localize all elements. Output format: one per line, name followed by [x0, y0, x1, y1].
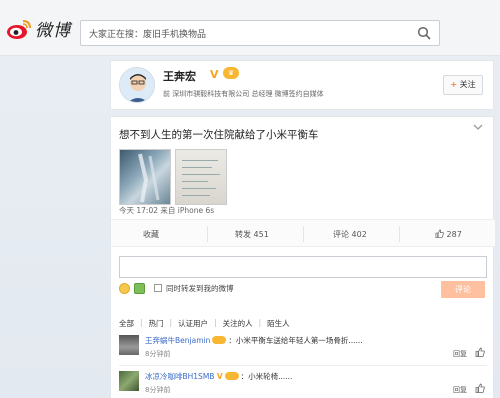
emoji-icon[interactable] — [119, 283, 130, 294]
search-icon[interactable] — [417, 26, 431, 40]
profile-description: 前 深圳市骐毅科技有限公司 总经理 微博签约自媒体 — [163, 90, 324, 98]
filter-strangers[interactable]: 陌生人 — [267, 318, 290, 329]
filter-hot[interactable]: 热门 — [149, 318, 164, 329]
repost-label: 转发 — [235, 230, 251, 239]
avatar-portrait-icon — [120, 68, 154, 102]
comment-author-line: 王奔蜗牛Benjamin ：小米平衡车送给年轻人第一场骨折...... — [145, 335, 363, 346]
plus-icon: + — [450, 80, 458, 89]
verified-icon: V — [216, 372, 223, 381]
xray-image-icon — [138, 153, 160, 203]
repost-checkbox-label: 同时转发到我的微博 — [166, 284, 234, 293]
follow-label: 关注 — [459, 80, 476, 89]
vip-icon — [212, 336, 227, 344]
follow-button[interactable]: + 关注 — [443, 75, 483, 95]
filter-verified[interactable]: 认证用户 — [178, 318, 208, 329]
profile-name[interactable]: 王奔宏 — [163, 68, 196, 84]
chevron-down-icon[interactable] — [473, 123, 483, 131]
search-input[interactable]: 大家正在搜：废旧手机换物品 — [80, 20, 440, 46]
reply-button[interactable]: 回复 — [453, 349, 467, 359]
verified-icon: V — [210, 68, 219, 81]
post-text: 想不到人生的第一次住院献给了小米平衡车 — [119, 129, 319, 141]
thumbs-up-icon[interactable] — [475, 347, 485, 357]
avatar[interactable] — [119, 67, 155, 103]
post-meta: 今天 17:02 来自 iPhone 6s — [119, 206, 215, 215]
comment-item: 王奔蜗牛Benjamin ：小米平衡车送给年轻人第一场骨折...... 8分钟前 … — [119, 335, 487, 363]
comment-item: 冰凉冷咖啡BH1SMB V ：小米轮椅...... 8分钟前 回复 — [119, 371, 487, 398]
comment-button[interactable]: 评论 402 — [333, 229, 367, 240]
favorite-button[interactable]: 收藏 — [143, 229, 159, 240]
comment-author-line: 冰凉冷咖啡BH1SMB V ：小米轮椅...... — [145, 371, 292, 382]
comment-author[interactable]: 冰凉冷咖啡BH1SMB — [145, 372, 214, 381]
comment-label: 评论 — [333, 230, 349, 239]
top-bar: 微博 大家正在搜：废旧手机换物品 — [0, 0, 500, 56]
thumbs-up-icon[interactable] — [475, 383, 485, 393]
comment-input[interactable] — [119, 256, 487, 278]
comment-time: 8分钟前 — [145, 350, 171, 358]
thumbs-up-icon — [435, 229, 444, 238]
post-image-xray[interactable] — [119, 149, 171, 205]
comment-avatar[interactable] — [119, 335, 139, 355]
post-image-document[interactable] — [175, 149, 227, 205]
repost-checkbox[interactable] — [154, 284, 162, 292]
logo-text: 微博 — [35, 21, 71, 41]
comment-avatar[interactable] — [119, 371, 139, 391]
comment-author[interactable]: 王奔蜗牛Benjamin — [145, 336, 210, 345]
post-actions: 收藏 转发 451 评论 402 287 — [111, 219, 495, 247]
filter-following[interactable]: 关注的人 — [223, 318, 253, 329]
submit-comment-button[interactable]: 评论 — [441, 281, 485, 298]
vip-icon — [224, 372, 239, 380]
like-button[interactable]: 287 — [435, 229, 462, 239]
vip-medal-icon: ♛ — [223, 67, 239, 79]
weibo-eye-icon — [7, 19, 31, 39]
like-count: 287 — [446, 230, 462, 239]
image-upload-icon[interactable] — [134, 283, 145, 294]
comment-count: 402 — [351, 230, 367, 239]
search-placeholder: 大家正在搜：废旧手机换物品 — [89, 30, 207, 40]
repost-count: 451 — [253, 230, 269, 239]
comment-time: 8分钟前 — [145, 386, 171, 394]
comment-filters: 全部 | 热门 | 认证用户 | 关注的人 | 陌生人 — [119, 318, 290, 329]
comment-text: ：小米轮椅...... — [240, 372, 293, 381]
comment-text: ：小米平衡车送给年轻人第一场骨折...... — [228, 336, 363, 345]
weibo-logo[interactable]: 微博 — [6, 16, 71, 41]
repost-button[interactable]: 转发 451 — [235, 229, 269, 240]
reply-button[interactable]: 回复 — [453, 385, 467, 395]
post-card: 想不到人生的第一次住院献给了小米平衡车 今天 17:02 来自 iPhone 6… — [110, 116, 495, 398]
profile-card: 王奔宏 V ♛ 前 深圳市骐毅科技有限公司 总经理 微博签约自媒体 + 关注 — [110, 60, 494, 110]
filter-all[interactable]: 全部 — [119, 318, 134, 329]
